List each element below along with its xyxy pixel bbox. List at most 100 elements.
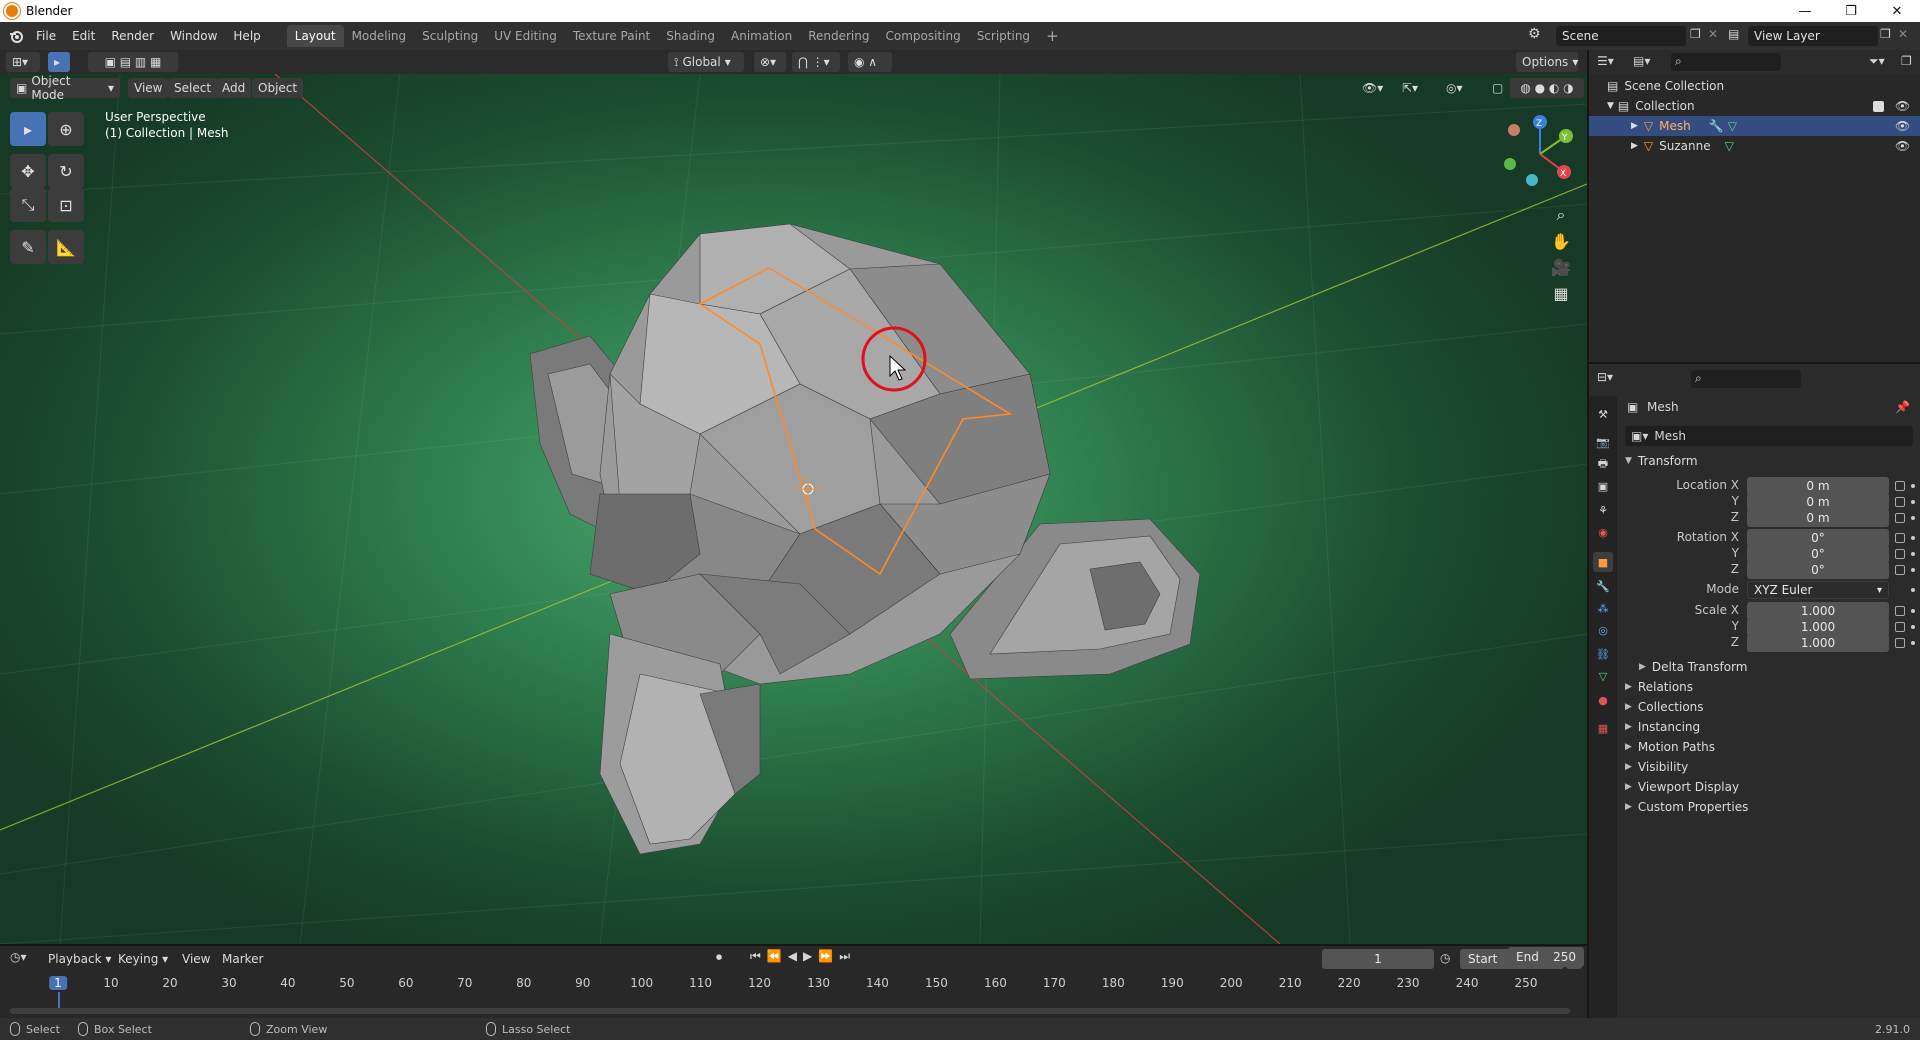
timeline-menu-marker[interactable]: Marker	[216, 949, 269, 969]
object-tab-icon[interactable]: ■	[1593, 552, 1613, 572]
lock-icon[interactable]	[1895, 606, 1905, 616]
tab-modeling[interactable]: Modeling	[344, 25, 415, 47]
lock-icon[interactable]	[1895, 481, 1905, 491]
new-scene-icon[interactable]: ❐	[1690, 27, 1701, 41]
lock-icon[interactable]	[1895, 549, 1905, 559]
material-tab-icon[interactable]: ●	[1593, 690, 1613, 710]
view-layer-selector[interactable]: View Layer	[1748, 26, 1878, 46]
keyframe-dot-icon[interactable]	[1911, 609, 1915, 613]
instancing-panel-header[interactable]: ▶ Instancing	[1625, 720, 1700, 734]
eye-icon[interactable]: 👁	[1895, 119, 1910, 133]
collection-checkbox[interactable]	[1873, 100, 1884, 112]
tab-shading[interactable]: Shading	[658, 25, 723, 47]
new-view-layer-icon[interactable]: ❐	[1880, 27, 1891, 41]
keyframe-dot-icon[interactable]	[1911, 625, 1915, 629]
viewport-menu-object[interactable]: Object	[252, 78, 304, 98]
texture-tab-icon[interactable]: ▦	[1593, 718, 1613, 738]
clock-icon[interactable]: ◷	[1440, 951, 1450, 965]
filter-icon[interactable]: ⏷▾	[1869, 54, 1885, 69]
visibility-icon[interactable]: 👁▾	[1356, 78, 1392, 98]
rotation-mode-select[interactable]: XYZ Euler ▾	[1747, 581, 1889, 599]
relations-panel-header[interactable]: ▶ Relations	[1625, 680, 1693, 694]
transform-orientation-select[interactable]: ⟟ Global ▾	[668, 52, 744, 72]
delta-transform-header[interactable]: ▶ Delta Transform	[1639, 660, 1747, 674]
keyframe-dot-icon[interactable]	[1911, 552, 1915, 556]
constraints-tab-icon[interactable]: ⛓	[1593, 644, 1613, 664]
close-button[interactable]: ✕	[1874, 0, 1920, 22]
menu-window[interactable]: Window	[162, 25, 225, 47]
menu-file[interactable]: File	[28, 25, 64, 47]
add-workspace-button[interactable]: +	[1038, 25, 1067, 47]
keyframe-dot-icon[interactable]	[1911, 536, 1915, 540]
timeline-ruler[interactable]: 1 10 20 30 40 50 60 70 80 90 100 110 120 130 140 150 160…	[0, 974, 1587, 1012]
end-frame-field[interactable]: End 250	[1508, 947, 1584, 967]
outliner-search-input[interactable]: ⌕	[1671, 53, 1781, 71]
eye-icon[interactable]: 👁	[1895, 139, 1910, 153]
outliner-item-suzanne[interactable]: ▶ ▽ Suzanne ▽ 👁	[1589, 136, 1920, 156]
viewport-menu-add[interactable]: Add	[216, 78, 252, 98]
scale-z-field[interactable]: 1.000	[1747, 634, 1889, 652]
outliner-collection[interactable]: ▼ ▤ Collection 👁	[1589, 96, 1920, 116]
rotation-z-field[interactable]: 0°	[1747, 561, 1889, 579]
record-icon[interactable]: ⏺	[716, 950, 722, 965]
object-datablock-field[interactable]: ▣▾ Mesh	[1625, 426, 1913, 446]
view-layer-tab-icon[interactable]: ▣	[1593, 476, 1613, 496]
lock-icon[interactable]	[1895, 565, 1905, 575]
scene-selector[interactable]: Scene	[1556, 26, 1686, 46]
outliner-scene-collection[interactable]: ▤ Scene Collection	[1589, 76, 1920, 96]
tab-animation[interactable]: Animation	[723, 25, 800, 47]
outliner-item-mesh[interactable]: ▶ ▽ Mesh 🔧 ▽ 👁	[1589, 116, 1920, 136]
tool-tab-icon[interactable]: ⚒	[1593, 404, 1613, 424]
delete-scene-icon[interactable]: ✕	[1708, 27, 1718, 41]
current-frame-field[interactable]: 1	[1322, 949, 1434, 969]
data-tab-icon[interactable]: ▽	[1593, 666, 1613, 686]
xray-icon[interactable]: ▢	[1486, 78, 1506, 98]
eye-icon[interactable]: 👁	[1895, 99, 1910, 113]
minimize-button[interactable]: —	[1782, 0, 1828, 22]
keyframe-dot-icon[interactable]	[1911, 500, 1915, 504]
delete-view-layer-icon[interactable]: ✕	[1898, 27, 1908, 41]
tab-texture-paint[interactable]: Texture Paint	[565, 25, 658, 47]
lock-icon[interactable]	[1895, 533, 1905, 543]
navigation-gizmo[interactable]: Z Y X	[1500, 114, 1580, 194]
keyframe-dot-icon[interactable]	[1911, 516, 1915, 520]
rotate-tool[interactable]: ↻	[48, 154, 84, 188]
scale-tool[interactable]: ⤡	[10, 188, 46, 222]
new-collection-icon[interactable]: ❐	[1901, 54, 1912, 68]
render-tab-icon[interactable]: 📷	[1593, 432, 1613, 452]
world-tab-icon[interactable]: ◉	[1593, 522, 1613, 542]
viewport-display-panel-header[interactable]: ▶ Viewport Display	[1625, 780, 1739, 794]
outliner-editor-icon[interactable]: ☰▾	[1597, 54, 1614, 68]
keyframe-dot-icon[interactable]	[1911, 484, 1915, 488]
proportional-edit-icon[interactable]: ◉ ∧	[848, 52, 892, 72]
measure-tool[interactable]: 📐	[48, 230, 84, 264]
scene-tab-icon[interactable]: ⚘	[1593, 500, 1613, 520]
tab-sculpting[interactable]: Sculpting	[414, 25, 486, 47]
tab-uv-editing[interactable]: UV Editing	[486, 25, 565, 47]
play-reverse-icon[interactable]: ◀	[788, 949, 797, 964]
physics-tab-icon[interactable]: ◎	[1593, 620, 1613, 640]
tab-rendering[interactable]: Rendering	[800, 25, 877, 47]
timeline-editor-icon[interactable]: ◷▾	[10, 950, 27, 964]
move-tool[interactable]: ✥	[10, 154, 46, 188]
lock-icon[interactable]	[1895, 513, 1905, 523]
keyframe-dot-icon[interactable]	[1911, 588, 1915, 592]
lock-icon[interactable]	[1895, 497, 1905, 507]
properties-search-input[interactable]: ⌕	[1691, 370, 1801, 388]
editor-type-icon[interactable]: ⊞▾	[6, 52, 40, 72]
lock-icon[interactable]	[1895, 622, 1905, 632]
lock-icon[interactable]	[1895, 638, 1905, 648]
keyframe-dot-icon[interactable]	[1911, 641, 1915, 645]
jump-start-icon[interactable]: ⏮	[750, 949, 761, 964]
gizmo-icon[interactable]: ⇱▾	[1396, 78, 1436, 98]
play-icon[interactable]: ▶	[803, 949, 812, 964]
annotate-tool[interactable]: ✎	[10, 230, 46, 264]
display-mode-icon[interactable]: ▤▾	[1633, 54, 1650, 68]
scene-icon[interactable]: ⚙	[1528, 26, 1541, 42]
timeline-menu-playback[interactable]: Playback ▾	[42, 949, 117, 969]
select-tool-icon[interactable]: ▸	[48, 52, 70, 72]
timeline-menu-keying[interactable]: Keying ▾	[112, 949, 174, 969]
tab-scripting[interactable]: Scripting	[969, 25, 1038, 47]
view-layer-icon[interactable]: ▤	[1728, 27, 1739, 41]
snap-icon[interactable]: ⋂ ⋮▾	[792, 52, 840, 72]
